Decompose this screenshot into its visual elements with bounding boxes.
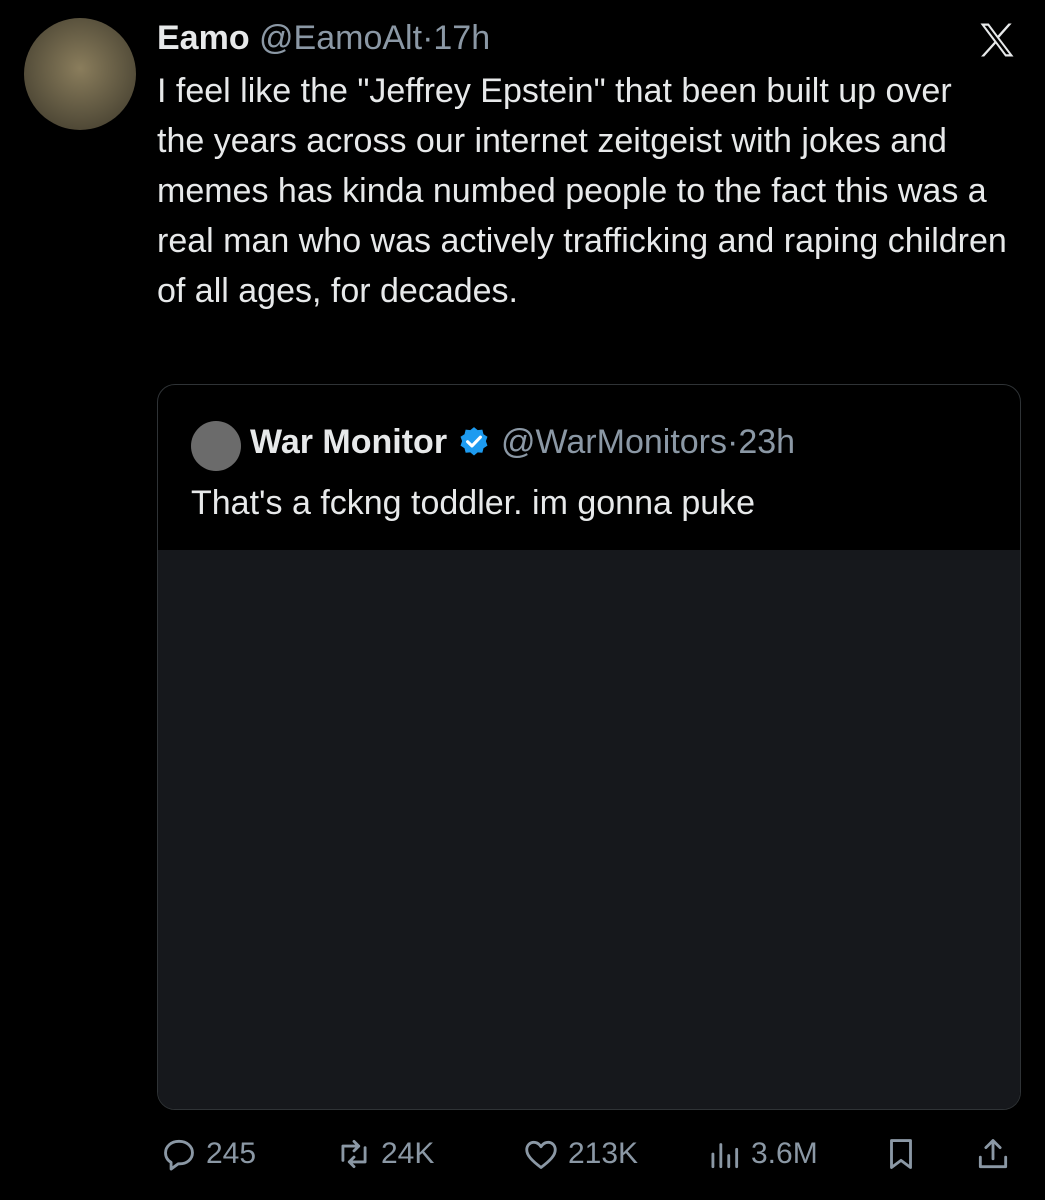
author-name[interactable]: Eamo [157,19,250,57]
tweet-header: Eamo @EamoAlt·17h [157,18,490,58]
reply-count: 245 [206,1137,257,1170]
quoted-author-avatar [191,421,241,471]
time-separator: · [422,19,434,57]
quoted-author-name: War Monitor [250,423,448,461]
verified-badge-icon [460,427,488,456]
tweet-text: I feel like the "Jeffrey Epstein" that b… [157,72,1007,310]
author-handle[interactable]: @EamoAlt [259,19,422,57]
quoted-tweet[interactable]: War Monitor @WarMonitors · 23h That's a fc… [157,384,1021,1110]
quoted-time-separator: · [727,423,739,461]
media-placeholder [158,550,1020,1109]
repost-icon [341,1139,367,1169]
share-button[interactable] [974,1130,1020,1178]
views-count: 3.6M [751,1137,818,1170]
bookmark-button[interactable] [882,1130,928,1178]
bookmark-icon [890,1139,912,1169]
action-bar: 245 24K 213K 3.6M [160,1130,1020,1178]
reply-icon [164,1139,194,1171]
reply-button[interactable]: 245 [160,1130,256,1178]
quoted-time: 23h [738,423,796,461]
author-avatar[interactable] [24,18,136,130]
like-icon [525,1140,557,1169]
x-logo-icon [980,23,1014,57]
like-button[interactable]: 213K [522,1130,638,1178]
like-count: 213K [568,1137,639,1170]
quoted-tweet-header: War Monitor @WarMonitors · 23h [250,422,795,462]
views-icon [711,1143,739,1169]
quoted-tweet-text: That's a fckng toddler. im gonna puke [191,484,756,522]
views-button[interactable]: 3.6M [705,1130,818,1178]
tweet-time[interactable]: 17h [433,19,490,57]
quoted-author-handle: @WarMonitors [501,423,727,461]
repost-count: 24K [381,1137,435,1170]
repost-button[interactable]: 24K [335,1130,434,1178]
share-icon [978,1139,1008,1169]
